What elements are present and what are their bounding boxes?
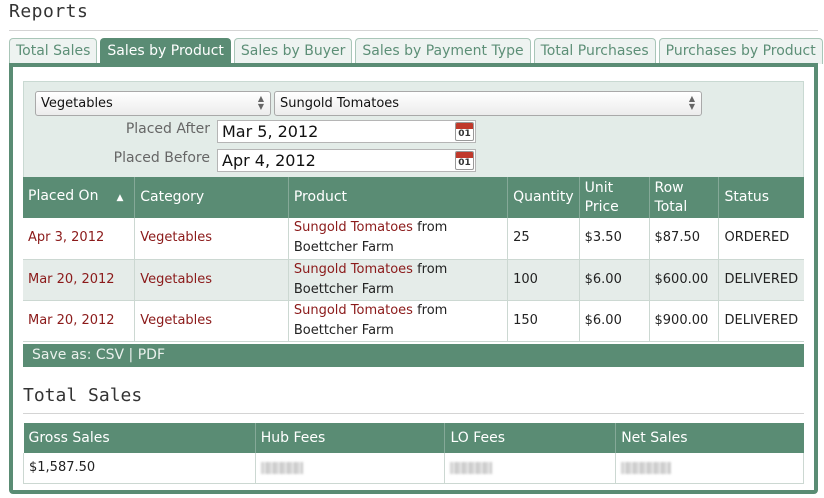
column-header-quantity[interactable]: Quantity bbox=[507, 177, 580, 218]
product-cell: Sungold Tomatoes from Boettcher Farm bbox=[288, 300, 509, 342]
save-as-label: Save as: bbox=[32, 347, 96, 363]
table-row: Mar 20, 2012 Vegetables Sungold Tomatoes… bbox=[23, 259, 804, 301]
placed-before-value: Apr 4, 2012 bbox=[222, 151, 316, 170]
table-row: Apr 3, 2012 Vegetables Sungold Tomatoes … bbox=[23, 218, 804, 260]
column-header-hub-fees: Hub Fees bbox=[255, 423, 446, 453]
quantity-cell: 150 bbox=[507, 300, 580, 342]
title-divider bbox=[9, 30, 818, 31]
save-pdf-link[interactable]: PDF bbox=[138, 347, 165, 363]
hub-fees-value bbox=[254, 453, 446, 484]
product-select[interactable]: Sungold Tomatoes ▲ ▼ bbox=[274, 91, 702, 116]
redacted-value bbox=[450, 461, 493, 474]
column-header-unit-price[interactable]: Unit Price bbox=[579, 177, 650, 218]
section-divider bbox=[23, 413, 804, 414]
product-link[interactable]: Sungold Tomatoes bbox=[294, 303, 413, 318]
column-header-lo-fees: LO Fees bbox=[444, 423, 617, 453]
redacted-value bbox=[621, 461, 672, 474]
row-total-cell: $900.00 bbox=[649, 300, 720, 342]
unit-price-cell: $6.00 bbox=[579, 300, 650, 342]
table-row: $1,587.50 bbox=[23, 453, 804, 484]
report-panel: Vegetables ▲ ▼ Sungold Tomatoes ▲ ▼ Placed… bbox=[9, 63, 818, 494]
placed-after-label: Placed After bbox=[125, 121, 210, 137]
quantity-cell: 25 bbox=[507, 218, 580, 260]
unit-price-cell: $3.50 bbox=[579, 218, 650, 260]
tab-sales-by-product[interactable]: Sales by Product bbox=[100, 38, 231, 64]
placed-before-label: Placed Before bbox=[113, 150, 210, 166]
column-header-product[interactable]: Product bbox=[288, 177, 509, 218]
column-header-row-total[interactable]: Row Total bbox=[649, 177, 720, 218]
calendar-icon[interactable]: 01 bbox=[455, 151, 474, 170]
orders-table: Placed On ▲ Category Product Quantity Uni… bbox=[23, 177, 804, 342]
category-link[interactable]: Vegetables bbox=[140, 313, 212, 328]
tab-total-sales[interactable]: Total Sales bbox=[9, 38, 98, 64]
quantity-cell: 100 bbox=[507, 259, 580, 301]
placed-before-input[interactable]: Apr 4, 2012 01 bbox=[217, 149, 476, 172]
category-select-value: Vegetables bbox=[41, 96, 113, 111]
tab-purchases-by-product[interactable]: Purchases by Product bbox=[658, 38, 823, 64]
save-csv-link[interactable]: CSV bbox=[96, 347, 124, 363]
column-header-category[interactable]: Category bbox=[134, 177, 289, 218]
select-arrows-icon: ▲ ▼ bbox=[257, 94, 264, 111]
tab-sales-by-buyer[interactable]: Sales by Buyer bbox=[233, 38, 353, 64]
tab-total-purchases[interactable]: Total Purchases bbox=[533, 38, 656, 64]
totals-table: Gross Sales Hub Fees LO Fees Net Sales $… bbox=[23, 423, 804, 484]
report-tabs: Total Sales Sales by Product Sales by Bu… bbox=[9, 38, 824, 64]
row-total-cell: $87.50 bbox=[649, 218, 720, 260]
column-header-status[interactable]: Status bbox=[718, 177, 804, 218]
save-bar: Save as: CSV | PDF bbox=[23, 344, 804, 367]
category-link[interactable]: Vegetables bbox=[140, 272, 212, 287]
category-link[interactable]: Vegetables bbox=[140, 230, 212, 245]
page-title: Reports bbox=[9, 1, 89, 22]
save-separator: | bbox=[124, 347, 138, 363]
select-arrows-icon: ▲ ▼ bbox=[688, 94, 695, 111]
placed-on-link[interactable]: Apr 3, 2012 bbox=[28, 230, 104, 245]
gross-sales-value: $1,587.50 bbox=[23, 453, 256, 484]
product-cell: Sungold Tomatoes from Boettcher Farm bbox=[288, 218, 509, 260]
column-header-gross-sales: Gross Sales bbox=[23, 423, 256, 453]
table-row: Mar 20, 2012 Vegetables Sungold Tomatoes… bbox=[23, 300, 804, 342]
filter-box: Vegetables ▲ ▼ Sungold Tomatoes ▲ ▼ Placed… bbox=[23, 81, 804, 177]
product-link[interactable]: Sungold Tomatoes bbox=[294, 262, 413, 277]
row-total-cell: $600.00 bbox=[649, 259, 720, 301]
total-sales-heading: Total Sales bbox=[23, 385, 143, 406]
tab-sales-by-payment-type[interactable]: Sales by Payment Type bbox=[355, 38, 531, 64]
placed-on-link[interactable]: Mar 20, 2012 bbox=[28, 313, 115, 328]
unit-price-cell: $6.00 bbox=[579, 259, 650, 301]
calendar-icon[interactable]: 01 bbox=[455, 122, 474, 141]
placed-on-link[interactable]: Mar 20, 2012 bbox=[28, 272, 115, 287]
redacted-value bbox=[260, 461, 303, 474]
net-sales-value bbox=[615, 453, 804, 484]
lo-fees-value bbox=[444, 453, 617, 484]
column-header-net-sales: Net Sales bbox=[615, 423, 804, 453]
status-cell: DELIVERED bbox=[718, 300, 804, 342]
category-select[interactable]: Vegetables ▲ ▼ bbox=[35, 91, 271, 116]
placed-after-input[interactable]: Mar 5, 2012 01 bbox=[217, 120, 476, 143]
product-link[interactable]: Sungold Tomatoes bbox=[294, 220, 413, 235]
placed-after-value: Mar 5, 2012 bbox=[222, 122, 319, 141]
status-cell: DELIVERED bbox=[718, 259, 804, 301]
sort-ascending-icon: ▲ bbox=[116, 193, 124, 203]
column-header-placed-on[interactable]: Placed On ▲ bbox=[23, 177, 136, 218]
product-cell: Sungold Tomatoes from Boettcher Farm bbox=[288, 259, 509, 301]
product-select-value: Sungold Tomatoes bbox=[280, 96, 400, 111]
status-cell: ORDERED bbox=[718, 218, 804, 260]
